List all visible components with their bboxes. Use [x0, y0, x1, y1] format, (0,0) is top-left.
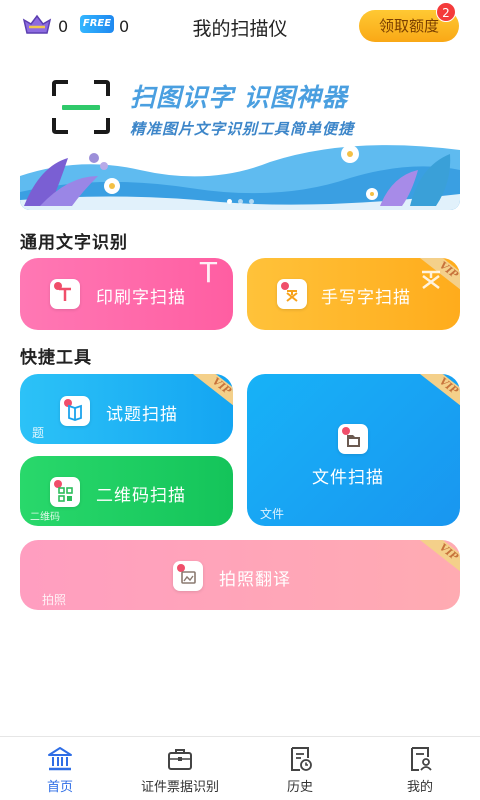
nav-id-ticket[interactable]: 证件票据识别 [120, 737, 240, 800]
top-bar: 0 FREE 0 我的扫描仪 领取额度 2 [0, 0, 480, 52]
banner-headline: 扫图识字 识图神器 [130, 83, 348, 112]
handwriting-icon [277, 279, 307, 309]
bank-home-icon [48, 747, 72, 771]
history-doc-icon [291, 747, 312, 771]
section-title-tools: 快捷工具 [20, 348, 92, 368]
nav-id-ticket-label: 证件票据识别 [140, 780, 219, 795]
exam-scan-card[interactable]: VIP 试题扫描 题 [20, 374, 233, 444]
section-title-ocr: 通用文字识别 [20, 233, 128, 253]
scan-frame-icon [52, 80, 110, 134]
profile-doc-icon [411, 747, 432, 771]
file-scan-card[interactable]: VIP 文件扫描 文件 [247, 374, 460, 526]
photo-translate-card[interactable]: VIP 拍照翻译 拍照 [20, 540, 460, 610]
nav-home-label: 首页 [46, 780, 73, 795]
print-scan-label: 印刷字扫描 [96, 288, 186, 308]
vip-ribbon: VIP [418, 540, 460, 579]
qr-code-icon [50, 477, 80, 507]
bottom-nav: 首页 证件票据识别 历史 我的 [0, 736, 480, 800]
nav-home[interactable]: 首页 [0, 737, 120, 800]
banner-dot-2[interactable] [237, 199, 243, 204]
vip-ribbon: VIP [418, 374, 460, 413]
banner-pager [20, 199, 460, 204]
handwriting-scan-label: 手写字扫描 [321, 288, 411, 308]
photo-translate-label: 拍照翻译 [219, 570, 291, 590]
nav-mine[interactable]: 我的 [360, 737, 480, 800]
claim-count-badge: 2 [436, 2, 456, 22]
banner-dot-3[interactable] [248, 199, 254, 204]
exam-scan-watermark: 题 [32, 426, 45, 440]
promo-banner[interactable]: 扫图识字 识图神器 精准图片文字识别工具简单便捷 [20, 56, 460, 210]
print-scan-card[interactable]: T 印刷字扫描 [20, 258, 233, 330]
qr-scan-label: 二维码扫描 [96, 486, 186, 506]
banner-dot-1[interactable] [226, 199, 232, 204]
file-scan-label: 文件扫描 [312, 468, 384, 488]
nav-history-label: 历史 [286, 780, 313, 795]
qr-scan-card[interactable]: 二维码扫描 二维码 [20, 456, 233, 526]
photo-translate-watermark: 拍照 [42, 593, 67, 607]
file-scan-watermark: 文件 [260, 507, 285, 521]
handwriting-watermark-icon [422, 270, 440, 289]
exam-icon [60, 396, 90, 426]
vip-ribbon: VIP [191, 374, 233, 413]
file-icon [338, 424, 368, 454]
briefcase-icon [168, 749, 192, 770]
qr-scan-watermark: 二维码 [30, 512, 60, 523]
print-scan-watermark: T [199, 258, 217, 289]
nav-history[interactable]: 历史 [240, 737, 360, 800]
handwriting-scan-card[interactable]: VIP 手写字扫描 [247, 258, 460, 330]
exam-scan-label: 试题扫描 [106, 405, 178, 425]
print-text-icon [50, 279, 80, 309]
nav-mine-label: 我的 [406, 780, 433, 795]
photo-translate-icon [173, 561, 203, 591]
